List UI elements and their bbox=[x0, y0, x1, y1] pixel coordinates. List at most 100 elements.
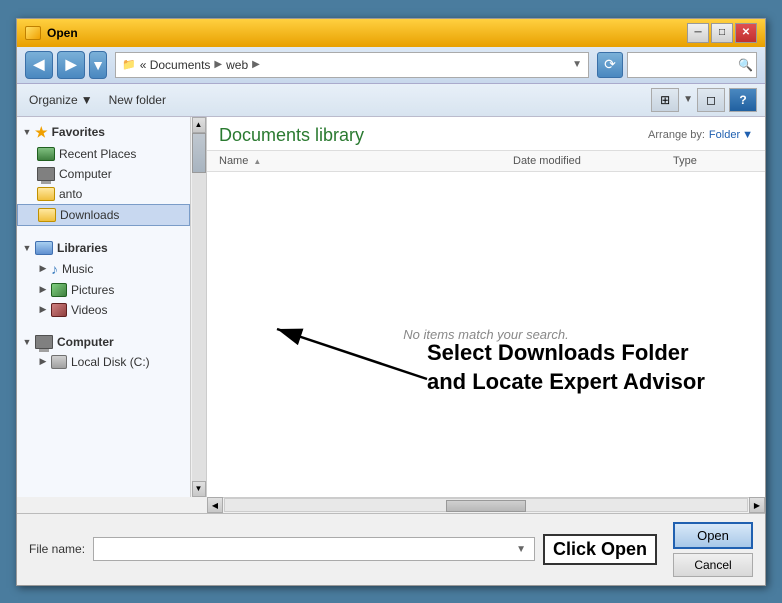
computer-section-label: Computer bbox=[57, 335, 114, 349]
sidebar-item-videos[interactable]: ▶ Videos bbox=[17, 300, 190, 320]
videos-expand-icon: ▶ bbox=[37, 304, 49, 316]
title-bar: Open ─ □ ✕ bbox=[17, 19, 765, 47]
address-bar[interactable]: 📁 « Documents ▶ web ▶ ▼ bbox=[115, 52, 589, 78]
annotation-text: Select Downloads Folder and Locate Exper… bbox=[427, 339, 745, 396]
libraries-header[interactable]: ▼ Libraries bbox=[17, 238, 190, 258]
library-title: Documents library bbox=[219, 125, 364, 146]
library-header: Documents library Arrange by: Folder ▼ bbox=[207, 117, 765, 151]
view-controls: ⊞ ▼ ◻ ? bbox=[651, 88, 757, 112]
cancel-button[interactable]: Cancel bbox=[673, 553, 753, 577]
search-container: 🔍 bbox=[627, 52, 757, 78]
help-button[interactable]: ? bbox=[729, 88, 757, 112]
back-button[interactable]: ◀ bbox=[25, 51, 53, 79]
arrange-by-control: Arrange by: Folder ▼ bbox=[648, 129, 753, 141]
view-toggle-button[interactable]: ⊞ bbox=[651, 88, 679, 112]
anto-label: anto bbox=[59, 187, 82, 201]
local-disk-icon bbox=[51, 355, 67, 369]
favorites-expand-icon: ▼ bbox=[21, 126, 33, 138]
maximize-button[interactable]: □ bbox=[711, 23, 733, 43]
computer-section: ▼ Computer ▶ Local Disk (C:) bbox=[17, 332, 190, 372]
close-button[interactable]: ✕ bbox=[735, 23, 757, 43]
filename-dropdown-arrow[interactable]: ▼ bbox=[512, 544, 530, 555]
sidebar-item-music[interactable]: ▶ ♪ Music bbox=[17, 258, 190, 280]
arrange-by-value: Folder bbox=[709, 129, 740, 141]
annotation-arrow bbox=[247, 309, 447, 389]
downloads-folder-icon bbox=[38, 208, 56, 222]
column-type[interactable]: Type bbox=[673, 155, 753, 167]
recent-places-label: Recent Places bbox=[59, 147, 136, 161]
window-icon bbox=[25, 26, 41, 40]
scroll-up-arrow[interactable]: ▲ bbox=[192, 117, 206, 133]
navigation-toolbar: ◀ ▶ ▼ 📁 « Documents ▶ web ▶ ▼ ⟳ 🔍 bbox=[17, 47, 765, 84]
filename-input[interactable] bbox=[98, 542, 512, 556]
videos-label: Videos bbox=[71, 303, 107, 317]
address-dropdown[interactable]: ▼ bbox=[572, 59, 582, 70]
computer-header[interactable]: ▼ Computer bbox=[17, 332, 190, 352]
pictures-label: Pictures bbox=[71, 283, 114, 297]
anto-folder-icon bbox=[37, 187, 55, 201]
sidebar-item-local-disk[interactable]: ▶ Local Disk (C:) bbox=[17, 352, 190, 372]
action-bar: Organize ▼ New folder ⊞ ▼ ◻ ? bbox=[17, 84, 765, 117]
music-icon: ♪ bbox=[51, 261, 58, 277]
sidebar-item-anto[interactable]: anto bbox=[17, 184, 190, 204]
libraries-section: ▼ Libraries ▶ ♪ Music ▶ Pictures bbox=[17, 238, 190, 320]
window-view-button[interactable]: ◻ bbox=[697, 88, 725, 112]
libraries-icon bbox=[35, 241, 53, 255]
arrange-by-button[interactable]: Folder ▼ bbox=[709, 129, 753, 141]
scroll-down-arrow[interactable]: ▼ bbox=[192, 481, 206, 497]
sidebar: ▼ ★ Favorites Recent Places Computer bbox=[17, 117, 207, 497]
main-content: Documents library Arrange by: Folder ▼ N… bbox=[207, 117, 765, 497]
organize-button[interactable]: Organize ▼ bbox=[25, 91, 97, 109]
h-scroll-thumb[interactable] bbox=[446, 500, 526, 512]
address-sep2: ▶ bbox=[252, 59, 260, 70]
scroll-thumb[interactable] bbox=[192, 133, 206, 173]
libraries-expand-icon: ▼ bbox=[21, 242, 33, 254]
favorites-label: Favorites bbox=[52, 125, 105, 139]
click-open-label: Click Open bbox=[543, 534, 657, 565]
window-title: Open bbox=[47, 26, 78, 40]
bottom-bar: File name: ▼ Click Open Open Cancel bbox=[17, 513, 765, 585]
favorites-section: ▼ ★ Favorites Recent Places Computer bbox=[17, 121, 190, 226]
h-scroll-right[interactable]: ▶ bbox=[749, 497, 765, 513]
filename-input-container: ▼ bbox=[93, 537, 535, 561]
sidebar-item-downloads[interactable]: Downloads bbox=[17, 204, 190, 226]
new-folder-button[interactable]: New folder bbox=[105, 91, 170, 109]
music-expand-icon: ▶ bbox=[37, 263, 49, 275]
address-part2: web bbox=[226, 58, 248, 72]
sidebar-content: ▼ ★ Favorites Recent Places Computer bbox=[17, 117, 206, 380]
computer-icon bbox=[37, 167, 55, 181]
pictures-icon bbox=[51, 283, 67, 297]
title-bar-left: Open bbox=[25, 26, 78, 40]
arrange-by-label: Arrange by: bbox=[648, 129, 705, 141]
libraries-label: Libraries bbox=[57, 241, 108, 255]
local-disk-label: Local Disk (C:) bbox=[71, 355, 150, 369]
column-name[interactable]: Name ▲ bbox=[219, 155, 513, 167]
h-scroll-left[interactable]: ◀ bbox=[207, 497, 223, 513]
sidebar-scrollbar: ▲ ▼ bbox=[190, 117, 206, 497]
sidebar-item-computer[interactable]: Computer bbox=[17, 164, 190, 184]
bottom-buttons: Open Cancel bbox=[673, 522, 753, 577]
sort-arrow: ▲ bbox=[253, 157, 261, 166]
open-button[interactable]: Open bbox=[673, 522, 753, 549]
favorites-header[interactable]: ▼ ★ Favorites bbox=[17, 121, 190, 144]
folder-icon-address: 📁 bbox=[122, 58, 136, 71]
computer-label: Computer bbox=[59, 167, 112, 181]
forward-button[interactable]: ▶ bbox=[57, 51, 85, 79]
scroll-track bbox=[192, 133, 206, 481]
title-buttons: ─ □ ✕ bbox=[687, 23, 757, 43]
sidebar-item-recent-places[interactable]: Recent Places bbox=[17, 144, 190, 164]
column-date[interactable]: Date modified bbox=[513, 155, 673, 167]
horizontal-scrollbar: ◀ ▶ bbox=[207, 497, 765, 513]
annotation-line1: Select Downloads Folder bbox=[427, 339, 745, 368]
computer-expand-icon: ▼ bbox=[21, 336, 33, 348]
arrange-by-arrow: ▼ bbox=[742, 129, 753, 141]
music-label: Music bbox=[62, 262, 93, 276]
annotation-area: Select Downloads Folder and Locate Exper… bbox=[427, 339, 745, 396]
refresh-button[interactable]: ⟳ bbox=[597, 52, 623, 78]
minimize-button[interactable]: ─ bbox=[687, 23, 709, 43]
h-scroll-track bbox=[224, 498, 748, 512]
recent-places-icon bbox=[37, 147, 55, 161]
sidebar-item-pictures[interactable]: ▶ Pictures bbox=[17, 280, 190, 300]
videos-icon bbox=[51, 303, 67, 317]
dropdown-button[interactable]: ▼ bbox=[89, 51, 107, 79]
